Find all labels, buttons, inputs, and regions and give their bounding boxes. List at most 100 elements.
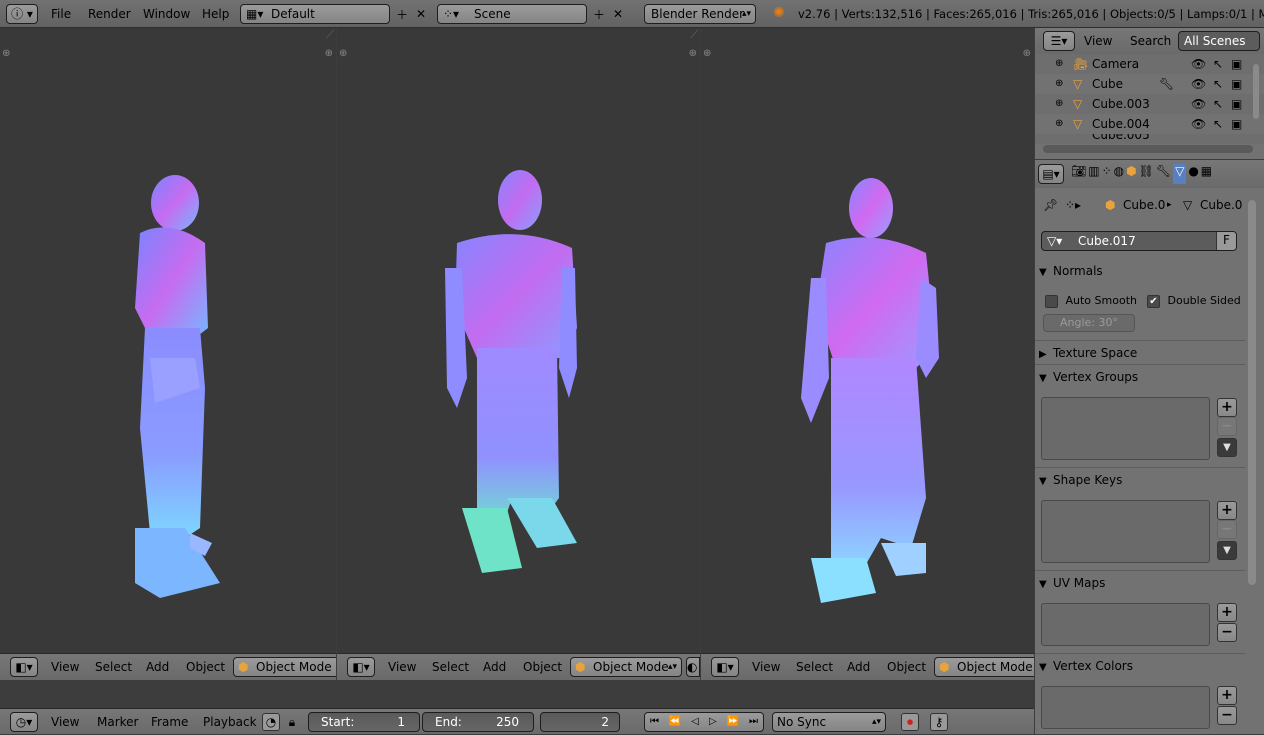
menu-view[interactable]: View xyxy=(388,654,416,680)
menu-add[interactable]: Add xyxy=(146,654,169,680)
add-scene-icon[interactable]: ＋ xyxy=(590,5,608,23)
visibility-eye-icon[interactable]: 👁︎ xyxy=(1191,54,1206,74)
menu-add[interactable]: Add xyxy=(483,654,506,680)
data-tab-icon[interactable]: ▽ xyxy=(1173,164,1187,184)
double-sided-checkbox[interactable]: ✔ Double Sided xyxy=(1147,293,1247,309)
menu-view[interactable]: View xyxy=(752,654,780,680)
renderability-camera-icon[interactable]: ▣ xyxy=(1231,114,1242,134)
outliner-item-cube005[interactable]: Cube.005 xyxy=(1035,134,1264,144)
renderability-camera-icon[interactable]: ▣ xyxy=(1231,54,1242,74)
texture-tab-icon[interactable]: ▦ xyxy=(1201,164,1212,184)
outliner-tab-view[interactable]: View xyxy=(1084,28,1112,54)
scene-selector[interactable]: ⁘▾ Scene xyxy=(437,4,587,24)
editor-type-properties-button[interactable]: ▤▾ xyxy=(1038,164,1064,184)
sync-dropdown[interactable]: No Sync ▴▾ xyxy=(772,712,886,732)
remove-layout-icon[interactable]: ✕ xyxy=(412,5,430,23)
world-tab-icon[interactable]: ◍ xyxy=(1114,164,1124,184)
properties-scrollbar[interactable] xyxy=(1248,200,1256,585)
vertex-colors-list[interactable] xyxy=(1041,686,1210,729)
panel-vertex-groups[interactable]: ▼ Vertex Groups xyxy=(1039,366,1239,388)
renderability-camera-icon[interactable]: ▣ xyxy=(1231,94,1242,114)
menu-frame[interactable]: Frame xyxy=(151,709,188,735)
menu-view[interactable]: View xyxy=(51,654,79,680)
auto-smooth-checkbox[interactable]: Auto Smooth xyxy=(1045,293,1145,309)
prev-keyframe-icon[interactable]: ⏪ xyxy=(669,713,681,731)
jump-end-icon[interactable]: ⏭ xyxy=(749,713,758,731)
shape-key-specials-button[interactable]: ▼ xyxy=(1217,541,1237,560)
outliner-item-camera[interactable]: ⊕ 🎥︎ Camera 👁︎ ↖ ▣ xyxy=(1035,54,1264,74)
outliner-tab-search[interactable]: Search xyxy=(1130,28,1171,54)
editor-type-info-button[interactable]: ⓘ ▾ xyxy=(6,4,38,24)
editor-type-3d-button[interactable]: ◧▾ xyxy=(711,657,739,677)
constraints-tab-icon[interactable]: ⛓︎ xyxy=(1139,164,1154,184)
outliner-vertical-scrollbar[interactable] xyxy=(1253,64,1259,119)
editor-type-timeline-button[interactable]: ◷▾ xyxy=(10,712,38,732)
remove-scene-icon[interactable]: ✕ xyxy=(609,5,627,23)
remove-vertex-color-button[interactable]: − xyxy=(1217,706,1237,725)
menu-object[interactable]: Object xyxy=(186,654,225,680)
outliner-item-cube004[interactable]: ⊕ ▽ Cube.004 👁︎ ↖ ▣ xyxy=(1035,114,1264,134)
menu-marker[interactable]: Marker xyxy=(97,709,138,735)
panel-shape-keys[interactable]: ▼ Shape Keys xyxy=(1039,469,1239,491)
panel-texture-space[interactable]: ▶ Texture Space xyxy=(1039,342,1239,364)
selectability-cursor-icon[interactable]: ↖ xyxy=(1213,114,1223,134)
add-vertex-group-button[interactable]: + xyxy=(1217,398,1237,417)
menu-file[interactable]: File xyxy=(51,0,71,28)
expand-icon[interactable]: ⊕ xyxy=(1055,54,1063,74)
menu-select[interactable]: Select xyxy=(95,654,132,680)
visibility-eye-icon[interactable]: 👁︎ xyxy=(1191,114,1206,134)
layout-selector[interactable]: ▦▾ Default xyxy=(240,4,390,24)
3d-viewport-center[interactable]: ⊕ ⟋ ⊕ ◧▾ View Select Add Object ⬢ Object… xyxy=(337,28,700,680)
outliner-display-mode[interactable]: All Scenes xyxy=(1178,31,1260,51)
record-icon[interactable]: ⏺ xyxy=(901,713,919,731)
menu-add[interactable]: Add xyxy=(847,654,870,680)
jump-start-icon[interactable]: ⏮ xyxy=(650,713,659,731)
expand-icon[interactable]: ⊕ xyxy=(1055,74,1063,94)
3d-viewport-right[interactable]: ⊕ ⊕ ◧▾ View Select Add Object ⬢ Object M… xyxy=(701,28,1034,680)
vertex-groups-list[interactable] xyxy=(1041,397,1210,460)
menu-select[interactable]: Select xyxy=(796,654,833,680)
remove-uv-map-button[interactable]: − xyxy=(1217,623,1237,642)
selectability-cursor-icon[interactable]: ↖ xyxy=(1213,54,1223,74)
modifiers-tab-icon[interactable]: 🔧︎ xyxy=(1156,164,1171,184)
menu-window[interactable]: Window xyxy=(143,0,190,28)
play-icon[interactable]: ▷ xyxy=(709,713,717,731)
object-mode-dropdown[interactable]: ⬢ Object Mode ▴▾ xyxy=(570,657,682,677)
panel-normals[interactable]: ▼ Normals xyxy=(1039,260,1239,282)
object-mode-dropdown[interactable]: ⬢ Object Mode xyxy=(934,657,1034,677)
outliner-item-cube003[interactable]: ⊕ ▽ Cube.003 👁︎ ↖ ▣ xyxy=(1035,94,1264,114)
visibility-eye-icon[interactable]: 👁︎ xyxy=(1191,74,1206,94)
pin-icon[interactable]: 📌︎ xyxy=(1043,196,1058,214)
render-tab-icon[interactable]: 📷︎ xyxy=(1071,164,1086,184)
preview-range-icon[interactable]: ◔ xyxy=(262,713,280,731)
vertex-group-specials-button[interactable]: ▼ xyxy=(1217,438,1237,457)
object-tab-icon[interactable]: ⬢ xyxy=(1126,164,1136,184)
outliner-horizontal-scrollbar[interactable] xyxy=(1043,145,1253,153)
add-vertex-color-button[interactable]: + xyxy=(1217,686,1237,705)
menu-object[interactable]: Object xyxy=(887,654,926,680)
menu-select[interactable]: Select xyxy=(432,654,469,680)
add-uv-map-button[interactable]: + xyxy=(1217,603,1237,622)
selectability-cursor-icon[interactable]: ↖ xyxy=(1213,74,1223,94)
panel-uv-maps[interactable]: ▼ UV Maps xyxy=(1039,572,1239,594)
menu-render[interactable]: Render xyxy=(88,0,131,28)
mesh-datablock-selector[interactable]: ▽▾ Cube.017 F xyxy=(1041,231,1237,251)
character-model-side[interactable] xyxy=(0,28,336,628)
editor-type-outliner-button[interactable]: ☰▾ xyxy=(1043,31,1075,51)
remove-vertex-group-button[interactable]: − xyxy=(1217,417,1237,436)
3d-viewport-left[interactable]: ⊕ ⟋ ⊕ ◧▾ View Select Add Object ⬢ Object… xyxy=(0,28,336,680)
fake-user-button[interactable]: F xyxy=(1216,232,1236,250)
add-layout-icon[interactable]: ＋ xyxy=(393,5,411,23)
object-mode-dropdown[interactable]: ⬢ Object Mode xyxy=(233,657,336,677)
menu-object[interactable]: Object xyxy=(523,654,562,680)
expand-icon[interactable]: ⊕ xyxy=(1055,94,1063,114)
character-model-front[interactable] xyxy=(337,28,700,628)
menu-playback[interactable]: Playback xyxy=(203,709,257,735)
renderability-camera-icon[interactable]: ▣ xyxy=(1231,74,1242,94)
scene-tab-icon[interactable]: ⁘ xyxy=(1102,164,1112,184)
play-reverse-icon[interactable]: ◁ xyxy=(691,713,699,731)
expand-icon[interactable]: ⊕ xyxy=(1055,114,1063,134)
outliner-item-cube[interactable]: ⊕ ▽ Cube 🔧︎ 👁︎ ↖ ▣ xyxy=(1035,74,1264,94)
remove-shape-key-button[interactable]: − xyxy=(1217,520,1237,539)
menu-view[interactable]: View xyxy=(51,709,79,735)
